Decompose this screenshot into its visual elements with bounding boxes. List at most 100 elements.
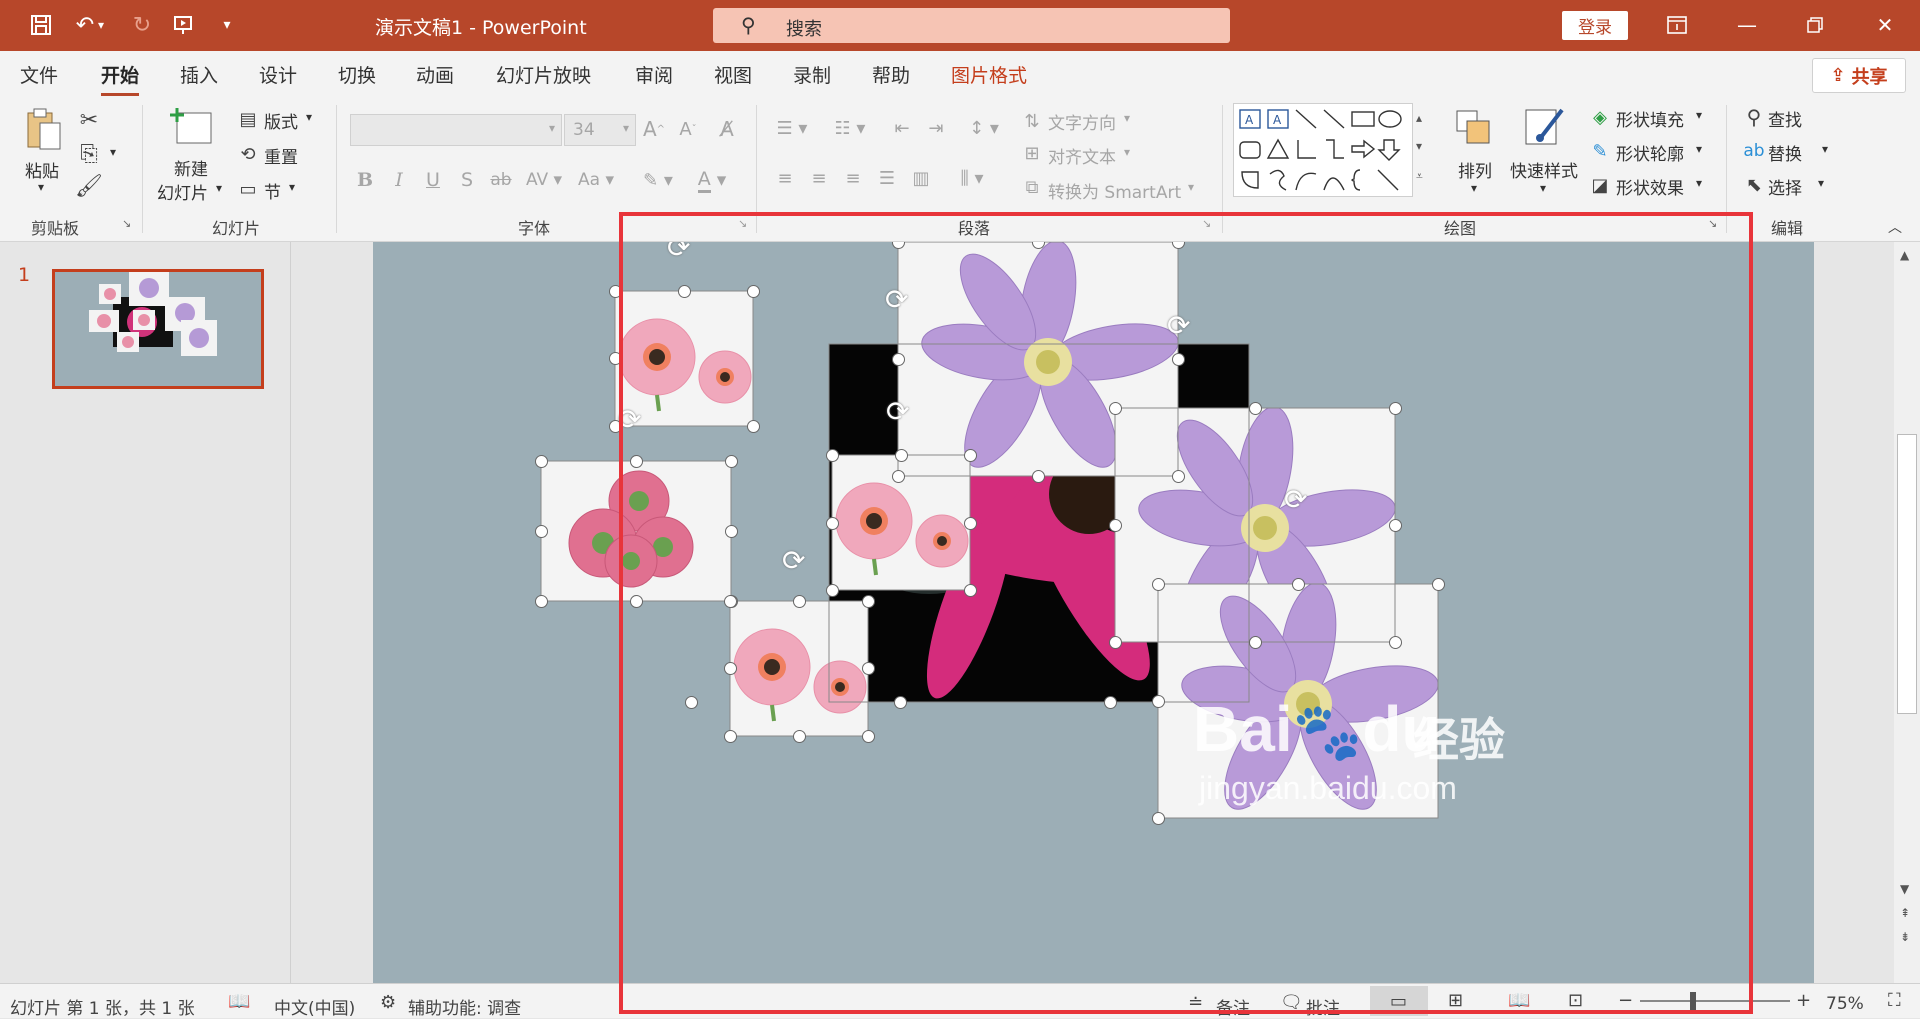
quick-styles-label[interactable]: 快速样式: [1510, 157, 1578, 182]
shape-outline-label[interactable]: 形状轮廓: [1616, 140, 1684, 165]
slideshow-view-icon[interactable]: ⊡: [1568, 990, 1583, 1011]
save-icon[interactable]: [24, 10, 58, 40]
next-slide-icon[interactable]: ⇟: [1900, 930, 1910, 944]
tab-review[interactable]: 审阅: [635, 61, 673, 88]
resize-handle[interactable]: [724, 595, 737, 608]
bold-icon[interactable]: B: [352, 167, 378, 193]
smartart-dropdown-icon[interactable]: ▾: [1188, 180, 1194, 194]
quick-styles-dropdown-icon[interactable]: ▾: [1540, 181, 1546, 195]
align-text-label[interactable]: 对齐文本: [1048, 143, 1116, 168]
resize-handle[interactable]: [1389, 636, 1402, 649]
rotate-handle-icon[interactable]: ⟳: [667, 242, 690, 262]
tab-file[interactable]: 文件: [20, 61, 58, 88]
resize-handle[interactable]: [747, 420, 760, 433]
replace-dropdown-icon[interactable]: ▾: [1822, 142, 1828, 156]
resize-handle[interactable]: [609, 352, 622, 365]
shape-outline-icon[interactable]: ✎: [1588, 139, 1612, 163]
clear-formatting-icon[interactable]: A̸: [712, 115, 742, 143]
align-text-icon[interactable]: ⊞: [1020, 139, 1044, 167]
section-icon[interactable]: ▭: [236, 177, 260, 201]
shape-effects-icon[interactable]: ◪: [1588, 173, 1612, 197]
rotate-handle-icon[interactable]: ⟳: [885, 286, 908, 314]
resize-handle[interactable]: [1172, 470, 1185, 483]
quick-styles-icon[interactable]: [1520, 105, 1570, 151]
columns-icon[interactable]: ⫼ ▾: [950, 165, 994, 191]
gallery-more-icon[interactable]: ⩡: [1416, 169, 1423, 184]
tab-transitions[interactable]: 切换: [338, 61, 376, 88]
convert-smartart-label[interactable]: 转换为 SmartArt: [1048, 178, 1181, 203]
close-icon[interactable]: ✕: [1860, 8, 1910, 42]
fit-to-window-icon[interactable]: ⛶: [1888, 990, 1901, 1011]
text-direction-icon[interactable]: ⇅: [1020, 107, 1044, 135]
resize-handle[interactable]: [678, 285, 691, 298]
resize-handle[interactable]: [964, 584, 977, 597]
zoom-in-icon[interactable]: +: [1796, 990, 1811, 1011]
align-center-icon[interactable]: ≡: [806, 165, 832, 191]
bullets-icon[interactable]: ☰ ▾: [770, 115, 814, 141]
resize-handle[interactable]: [892, 470, 905, 483]
zoom-out-icon[interactable]: −: [1618, 990, 1633, 1011]
line-spacing-icon[interactable]: ↕ ▾: [962, 115, 1006, 141]
resize-handle[interactable]: [964, 449, 977, 462]
resize-handle[interactable]: [724, 730, 737, 743]
tab-design[interactable]: 设计: [259, 61, 297, 88]
tab-home[interactable]: 开始: [101, 61, 140, 96]
copy-icon[interactable]: ⎘: [76, 141, 102, 167]
resize-handle[interactable]: [793, 730, 806, 743]
accessibility-status[interactable]: 辅助功能: 调查: [408, 994, 521, 1019]
resize-handle[interactable]: [1249, 402, 1262, 415]
new-slide-dropdown-icon[interactable]: ▾: [216, 181, 222, 195]
new-slide-icon[interactable]: [168, 105, 214, 149]
select-dropdown-icon[interactable]: ▾: [1818, 176, 1824, 190]
rotate-handle-icon[interactable]: ⟳: [886, 398, 909, 426]
layout-label[interactable]: 版式: [264, 108, 298, 133]
resize-handle[interactable]: [894, 696, 907, 709]
layout-dropdown-icon[interactable]: ▾: [306, 110, 312, 124]
grow-font-icon[interactable]: A ^: [640, 115, 668, 143]
section-dropdown-icon[interactable]: ▾: [289, 180, 295, 194]
shape-outline-dropdown-icon[interactable]: ▾: [1696, 142, 1702, 156]
vertical-scrollbar[interactable]: ▲ ▼ ⇞ ⇟: [1894, 242, 1920, 983]
smartart-icon[interactable]: ⧉: [1020, 173, 1044, 201]
find-icon[interactable]: ⚲: [1742, 105, 1766, 129]
resize-handle[interactable]: [725, 525, 738, 538]
collapse-ribbon-icon[interactable]: ︿: [1888, 217, 1902, 237]
resize-handle[interactable]: [609, 285, 622, 298]
previous-slide-icon[interactable]: ⇞: [1900, 906, 1910, 920]
comments-icon[interactable]: 🗨: [1280, 992, 1303, 1013]
zoom-slider[interactable]: [1640, 1000, 1790, 1002]
scroll-up-icon[interactable]: ▲: [1900, 248, 1909, 262]
login-button[interactable]: 登录: [1562, 11, 1628, 40]
notes-icon[interactable]: ≐: [1188, 992, 1203, 1013]
ribbon-display-options-icon[interactable]: [1652, 8, 1702, 42]
slide-1[interactable]: ⟳ ⟳ ⟳ ⟳ ⟳ ⟳ ⟳ Bai🐾du 经验 jingyan.baidu.co…: [373, 242, 1814, 983]
resize-handle[interactable]: [630, 595, 643, 608]
resize-handle[interactable]: [1389, 519, 1402, 532]
align-left-icon[interactable]: ≡: [772, 165, 798, 191]
resize-handle[interactable]: [685, 696, 698, 709]
decrease-indent-icon[interactable]: ⇤: [888, 115, 916, 141]
rotate-handle-icon[interactable]: ⟳: [1284, 486, 1307, 514]
tab-picture-format[interactable]: 图片格式: [951, 61, 1027, 88]
zoom-level[interactable]: 75%: [1826, 994, 1864, 1014]
resize-handle[interactable]: [747, 285, 760, 298]
underline-icon[interactable]: U: [420, 167, 446, 193]
rotate-handle-icon[interactable]: ⟳: [1167, 312, 1190, 340]
resize-handle[interactable]: [1152, 695, 1165, 708]
resize-handle[interactable]: [1109, 519, 1122, 532]
cut-icon[interactable]: ✂: [76, 107, 102, 133]
resize-handle[interactable]: [862, 662, 875, 675]
resize-handle[interactable]: [964, 517, 977, 530]
gallery-scroll-up-icon[interactable]: ▴: [1416, 111, 1422, 125]
customize-toolbar-icon[interactable]: ▾: [210, 10, 244, 40]
new-slide-label-line1[interactable]: 新建: [174, 155, 208, 180]
resize-handle[interactable]: [724, 662, 737, 675]
spellcheck-icon[interactable]: 📖: [228, 991, 250, 1012]
share-button[interactable]: ⇪ 共享: [1812, 58, 1906, 93]
reset-icon[interactable]: ⟲: [236, 142, 260, 166]
undo-dropdown-icon[interactable]: ▾: [94, 10, 108, 40]
resize-handle[interactable]: [1109, 402, 1122, 415]
resize-handle[interactable]: [793, 595, 806, 608]
redo-icon[interactable]: ↻: [125, 10, 159, 40]
paste-label[interactable]: 粘贴: [25, 157, 59, 182]
